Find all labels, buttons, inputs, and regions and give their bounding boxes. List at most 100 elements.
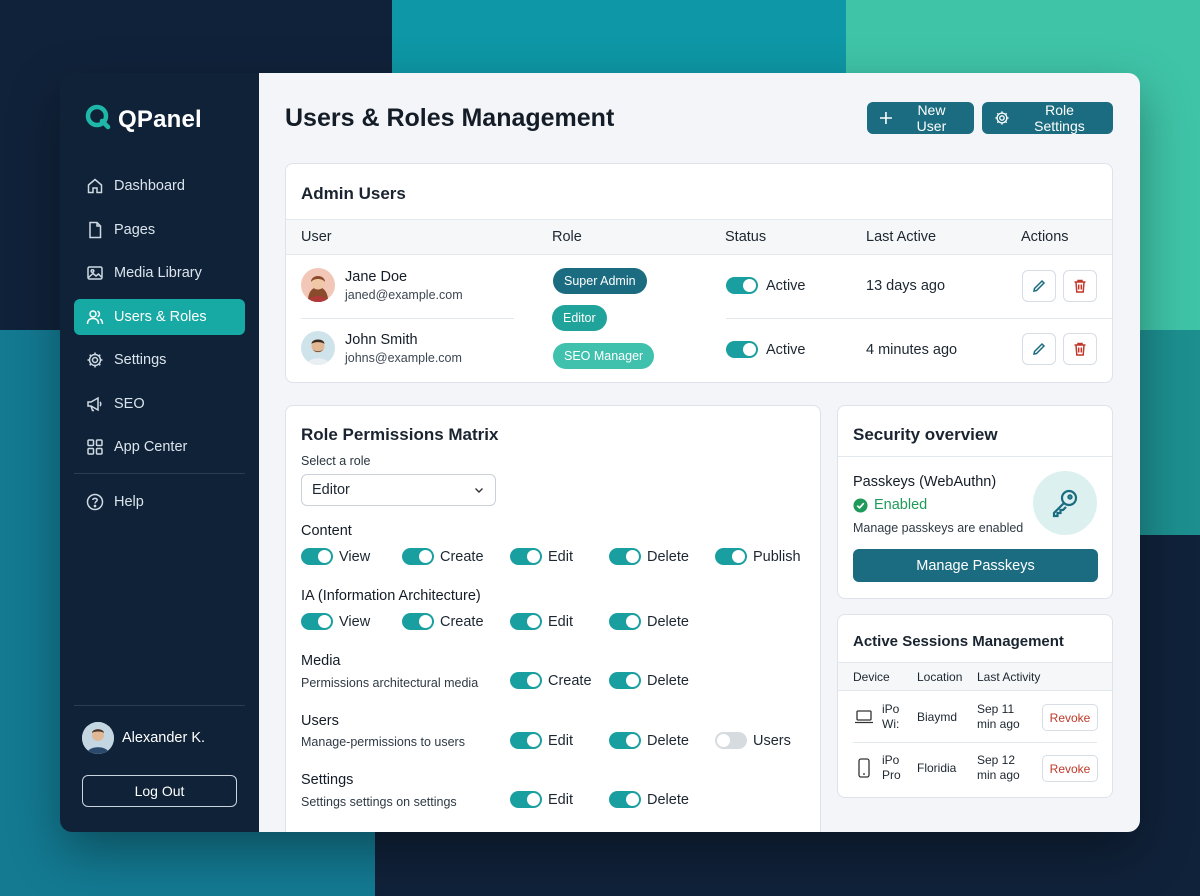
role-select-value: Editor [312, 482, 350, 498]
role-select-label: Select a role [301, 454, 371, 468]
avatar [82, 722, 114, 754]
role-badge-super-admin[interactable]: Super Admin [553, 268, 647, 294]
manage-passkeys-button[interactable]: Manage Passkeys [853, 549, 1098, 582]
sidebar-item-label: Media Library [114, 265, 202, 281]
sidebar-item-users-roles[interactable]: Users & Roles [74, 298, 245, 335]
delete-button[interactable] [1063, 333, 1097, 365]
pencil-icon [1033, 279, 1046, 292]
perm-media-create[interactable]: Create [510, 672, 592, 689]
column-header-location: Location [917, 670, 963, 684]
perm-label: Publish [753, 548, 801, 565]
sidebar-item-label: App Center [114, 439, 188, 455]
perm-users-users[interactable]: Users [715, 732, 791, 749]
perm-content-delete[interactable]: Delete [609, 548, 689, 565]
logo[interactable]: QPanel [84, 103, 202, 136]
sidebar-item-seo[interactable]: SEO [74, 386, 245, 422]
edit-button[interactable] [1022, 333, 1056, 365]
perm-toggle[interactable] [510, 548, 542, 565]
permissions-title: Role Permissions Matrix [301, 425, 499, 444]
perm-ia-delete[interactable]: Delete [609, 613, 689, 630]
perm-toggle[interactable] [609, 791, 641, 808]
perm-users-delete[interactable]: Delete [609, 732, 689, 749]
perm-label: Edit [548, 613, 573, 630]
sidebar-item-dashboard[interactable]: Dashboard [74, 168, 245, 204]
delete-button[interactable] [1063, 270, 1097, 302]
perm-toggle[interactable] [609, 732, 641, 749]
perm-content-view[interactable]: View [301, 548, 370, 565]
perm-ia-edit[interactable]: Edit [510, 613, 573, 630]
sidebar-item-settings[interactable]: Settings [74, 342, 245, 378]
perm-ia-create[interactable]: Create [402, 613, 484, 630]
revoke-button[interactable]: Revoke [1042, 704, 1098, 731]
status-toggle[interactable] [726, 277, 758, 294]
perm-toggle[interactable] [510, 791, 542, 808]
sidebar-item-media-library[interactable]: Media Library [74, 255, 245, 291]
perm-toggle[interactable] [402, 548, 434, 565]
role-badge-seo-manager[interactable]: SEO Manager [553, 343, 655, 369]
user-email: johns@example.com [345, 350, 462, 365]
perm-content-publish[interactable]: Publish [715, 548, 801, 565]
session-activity-ago: min ago [977, 717, 1020, 731]
help-circle-icon [86, 493, 104, 510]
main-content: Users & Roles Management New User Role S… [259, 73, 1140, 832]
section-desc-settings: Settings settings on settings [301, 795, 457, 809]
role-select[interactable]: Editor [301, 474, 496, 506]
session-activity: Sep 12 min ago [977, 753, 1020, 783]
sessions-title: Active Sessions Management [853, 633, 1064, 650]
perm-toggle[interactable] [715, 732, 747, 749]
sidebar-item-pages[interactable]: Pages [74, 212, 245, 248]
perm-toggle[interactable] [609, 672, 641, 689]
role-settings-button[interactable]: Role Settings [982, 102, 1113, 134]
perm-label: Edit [548, 791, 573, 808]
perm-toggle[interactable] [301, 548, 333, 565]
current-user-name: Alexander K. [122, 730, 206, 746]
perm-label: Users [753, 732, 791, 749]
gear-icon [995, 111, 1009, 125]
perm-content-create[interactable]: Create [402, 548, 484, 565]
permissions-matrix-card: Role Permissions Matrix Select a role Ed… [285, 405, 821, 832]
perm-label: Create [548, 672, 592, 689]
image-icon [87, 266, 103, 280]
section-desc-users: Manage-permissions to users [301, 735, 465, 749]
sidebar-item-help[interactable]: Help [74, 484, 245, 520]
security-title: Security overview [853, 425, 998, 444]
role-badge-editor[interactable]: Editor [552, 305, 607, 331]
status-toggle[interactable] [726, 341, 758, 358]
avatar [301, 268, 335, 302]
sidebar-item-label: Dashboard [114, 178, 185, 194]
perm-toggle[interactable] [402, 613, 434, 630]
perm-toggle[interactable] [510, 613, 542, 630]
perm-label: Edit [548, 732, 573, 749]
section-title-content: Content [301, 523, 352, 539]
perm-toggle[interactable] [510, 672, 542, 689]
perm-toggle[interactable] [510, 732, 542, 749]
perm-toggle[interactable] [715, 548, 747, 565]
current-user[interactable]: Alexander K. [82, 722, 205, 754]
chevron-down-icon [475, 488, 483, 493]
perm-label: Create [440, 613, 484, 630]
sidebar-item-label: Pages [114, 221, 156, 238]
check-circle-icon [853, 497, 868, 513]
perm-label: View [339, 613, 371, 630]
logout-button[interactable]: Log Out [82, 775, 237, 807]
sidebar-item-app-center[interactable]: App Center [74, 429, 245, 465]
perm-users-edit[interactable]: Edit [510, 732, 573, 749]
perm-ia-view[interactable]: View [301, 613, 370, 630]
perm-media-delete[interactable]: Delete [609, 672, 689, 689]
page-title: Users & Roles Management [285, 104, 615, 132]
edit-button[interactable] [1022, 270, 1056, 302]
perm-content-edit[interactable]: Edit [510, 548, 573, 565]
revoke-button[interactable]: Revoke [1042, 755, 1098, 782]
perm-label: Delete [647, 548, 689, 565]
last-active: 13 days ago [866, 278, 946, 294]
perm-label: View [339, 548, 371, 565]
new-user-button[interactable]: New User [867, 102, 974, 134]
perm-toggle[interactable] [301, 613, 333, 630]
perm-settings-edit[interactable]: Edit [510, 791, 573, 808]
sidebar-divider [74, 705, 245, 706]
session-device: iPo Wi: [882, 702, 899, 732]
perm-toggle[interactable] [609, 548, 641, 565]
column-header-user: User [301, 229, 332, 245]
perm-settings-delete[interactable]: Delete [609, 791, 689, 808]
perm-toggle[interactable] [609, 613, 641, 630]
